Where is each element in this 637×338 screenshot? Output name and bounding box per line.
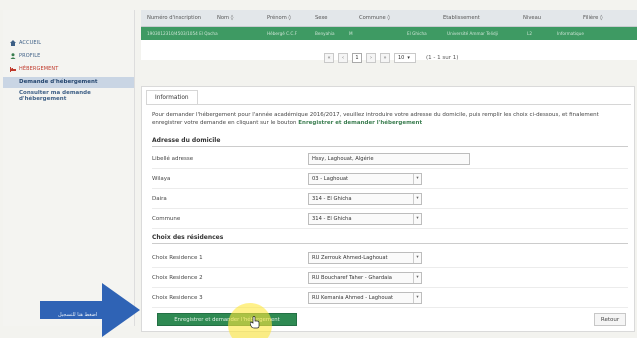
sidebar-submenu: Demande d'hébergement Consulter ma deman… [3, 77, 134, 105]
choix3-row: Choix Residence 3 RU Kemania Ahmed - Lag… [152, 288, 628, 308]
hand-cursor-icon [250, 316, 260, 329]
select-value: RU Zerrouk Ahmed-Laghouat [312, 254, 388, 261]
form-panel: Information Pour demander l'hébergement … [141, 86, 635, 332]
field-label: Choix Residence 2 [152, 274, 203, 281]
field-label: Choix Residence 1 [152, 254, 203, 261]
table-row[interactable]: 1903012310/4503/1054 El Qacha Hébergé C.… [141, 27, 637, 40]
last-page-button[interactable]: » [380, 53, 390, 63]
field-label: Choix Residence 3 [152, 294, 203, 301]
chevron-down-icon: ▾ [413, 252, 421, 263]
tab-information[interactable]: Information [146, 90, 198, 104]
intro-button-reference: Enregistrer et demander l'hébergement [298, 120, 423, 126]
rows-per-page-select[interactable]: 10 ▾ [394, 53, 416, 63]
table-cell: Benyahia [315, 31, 335, 36]
tab-divider [146, 104, 631, 105]
paginator: « ‹ 1 › » 10 ▾ (1 - 1 sur 1) [324, 53, 458, 63]
save-and-request-button[interactable]: Enregistrer et demander l'hébergement [157, 313, 297, 326]
table-cell: M [349, 31, 353, 36]
table-cell: Hébergé C.C.F [267, 31, 298, 36]
column-header[interactable]: Filière ◊ [577, 10, 637, 26]
sidebar-item-profile[interactable]: PROFILE [3, 49, 134, 62]
address-input[interactable]: Hssy, Laghouat, Algérie [308, 152, 470, 165]
column-header[interactable]: Etablissement [437, 10, 517, 26]
choix2-row: Choix Residence 2 RU Boucharef Taher - G… [152, 268, 628, 288]
bed-icon [10, 66, 16, 72]
residence-1-select[interactable]: RU Zerrouk Ahmed-Laghouat ▾ [308, 251, 422, 264]
next-page-button[interactable]: › [366, 53, 376, 63]
residence-2-select[interactable]: RU Boucharef Taher - Ghardaia ▾ [308, 271, 422, 284]
table-cell: El Ghicha [407, 31, 427, 36]
chevron-down-icon: ▾ [413, 213, 421, 224]
column-header[interactable]: Numéro d'inscription [141, 10, 211, 26]
wilaya-row: Wilaya 03 - Laghouat ▾ [152, 169, 628, 189]
select-value: RU Kemania Ahmed - Laghouat [312, 294, 394, 301]
page-count: (1 - 1 sur 1) [426, 55, 459, 61]
back-button[interactable]: Retour [594, 313, 626, 326]
table-cell: Informatique [557, 31, 584, 36]
select-value: RU Boucharef Taher - Ghardaia [312, 274, 392, 281]
wilaya-select[interactable]: 03 - Laghouat ▾ [308, 172, 422, 185]
sidebar-item-label: PROFILE [19, 52, 41, 59]
prev-page-button[interactable]: ‹ [338, 53, 348, 63]
column-header[interactable]: Commune ◊ [353, 10, 437, 26]
table-header: Numéro d'inscription Nom ◊ Prénom ◊ Sexe… [141, 10, 637, 27]
sidebar-item-consulter[interactable]: Consulter ma demande d'hébergement [3, 88, 134, 105]
sidebar-item-demande[interactable]: Demande d'hébergement [3, 77, 134, 88]
chevron-down-icon: ▾ [413, 292, 421, 303]
daira-row: Daira 314 - El Ghicha ▾ [152, 189, 628, 209]
chevron-down-icon: ▾ [413, 272, 421, 283]
sidebar-item-label: ACCUEIL [19, 39, 42, 46]
field-label: Libellé adresse [152, 155, 194, 162]
column-header[interactable]: Nom ◊ [211, 10, 261, 26]
home-icon [10, 39, 16, 46]
field-label: Daira [152, 195, 167, 202]
page-1-button[interactable]: 1 [352, 53, 362, 63]
table-cell: 1903012310/4503/1054 El Qacha [147, 31, 218, 36]
arrow-right-icon [40, 283, 140, 337]
chevron-down-icon: ▾ [407, 55, 410, 61]
sidebar-item-hebergement[interactable]: HÉBERGEMENT [3, 62, 134, 75]
user-icon [10, 52, 16, 59]
section-title-address: Adresse du domicile [152, 137, 628, 147]
residence-3-select[interactable]: RU Kemania Ahmed - Laghouat ▾ [308, 291, 422, 304]
table-cell: L2 [527, 31, 532, 36]
column-header[interactable]: Sexe [309, 10, 353, 26]
sidebar: ACCUEIL PROFILE HÉBERGEMENT Demande d'hé… [3, 10, 135, 326]
table-cell: Université Ammar Telidji [447, 31, 498, 36]
chevron-down-icon: ▾ [413, 193, 421, 204]
commune-select[interactable]: 314 - El Ghicha ▾ [308, 212, 422, 225]
sidebar-item-accueil[interactable]: ACCUEIL [3, 36, 134, 49]
select-value: 314 - El Ghicha [312, 195, 352, 202]
select-value: 314 - El Ghicha [312, 215, 352, 222]
field-label: Wilaya [152, 175, 171, 182]
intro-text: Pour demander l'hébergement pour l'année… [152, 111, 630, 127]
choix1-row: Choix Residence 1 RU Zerrouk Ahmed-Lagho… [152, 248, 628, 268]
section-title-residences: Choix des résidences [152, 234, 628, 244]
sidebar-item-label: HÉBERGEMENT [19, 65, 59, 72]
column-header[interactable]: Prénom ◊ [261, 10, 309, 26]
column-header[interactable]: Niveau [517, 10, 577, 26]
commune-row: Commune 314 - El Ghicha ▾ [152, 209, 628, 229]
results-table: Numéro d'inscription Nom ◊ Prénom ◊ Sexe… [141, 10, 637, 63]
field-label: Commune [152, 215, 181, 222]
daira-select[interactable]: 314 - El Ghicha ▾ [308, 192, 422, 205]
chevron-down-icon: ▾ [413, 173, 421, 184]
first-page-button[interactable]: « [324, 53, 334, 63]
rows-per-page-value: 10 [398, 55, 405, 61]
arrow-annotation: اضغط هنا للتسجيل [58, 312, 98, 318]
address-row: Libellé adresse Hssy, Laghouat, Algérie [152, 149, 628, 169]
select-value: 03 - Laghouat [312, 175, 349, 182]
